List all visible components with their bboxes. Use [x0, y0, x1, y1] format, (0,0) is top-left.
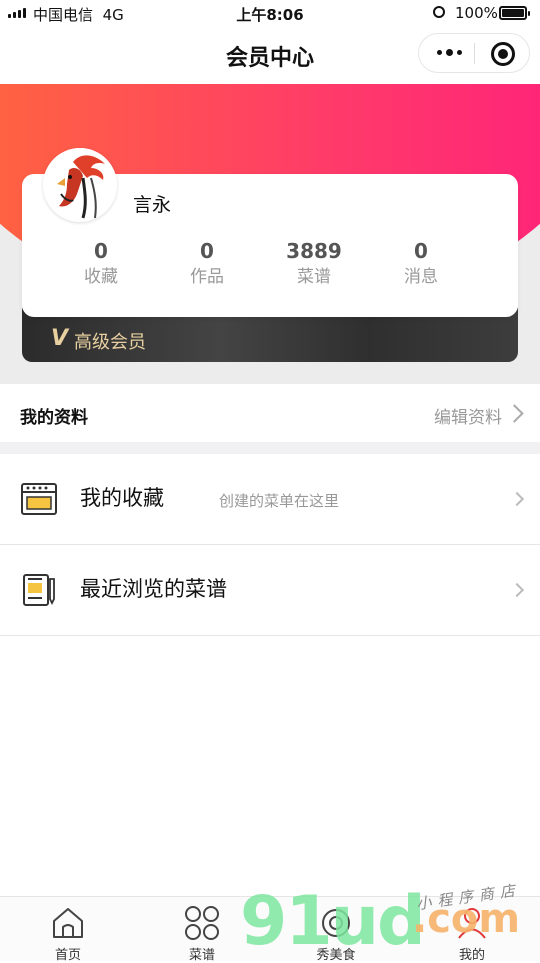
stat-recipes[interactable]: 3889 菜谱	[264, 238, 364, 290]
stat-favorites[interactable]: 0 收藏	[51, 238, 151, 290]
rotation-lock-icon	[433, 6, 445, 18]
rooster-avatar-icon	[43, 148, 117, 222]
list-item-subtitle: 创建的菜单在这里	[219, 492, 340, 510]
avatar[interactable]	[43, 148, 117, 222]
list-item-favorites[interactable]: 我的收藏 创建的菜单在这里	[0, 454, 540, 545]
tab-mine[interactable]: 我的	[432, 897, 512, 963]
stat-value: 0	[94, 239, 108, 263]
tab-bar: 首页 菜谱 秀美食 我的	[0, 896, 540, 963]
vip-icon: V	[51, 326, 69, 351]
stat-value: 3889	[286, 239, 342, 263]
chevron-right-icon	[509, 491, 525, 507]
nav-bar: 会员中心	[0, 28, 540, 82]
home-icon	[53, 908, 83, 938]
stat-works[interactable]: 0 作品	[157, 238, 257, 290]
stat-value: 0	[200, 239, 214, 263]
tab-label: 我的	[458, 948, 485, 963]
battery-percent: 100%	[455, 4, 498, 22]
tab-recipes[interactable]: 菜谱	[162, 897, 242, 963]
stat-messages[interactable]: 0 消息	[371, 238, 471, 290]
stat-label: 作品	[190, 267, 224, 287]
recipe-book-icon	[23, 574, 55, 606]
person-icon	[458, 908, 486, 939]
username: 言永	[133, 194, 172, 216]
stat-label: 消息	[404, 267, 438, 287]
stat-label: 菜谱	[297, 267, 331, 287]
tab-label: 菜谱	[188, 948, 215, 963]
list-item-label: 我的收藏	[80, 486, 164, 510]
mini-program-capsule	[418, 33, 530, 73]
list-item-label: 最近浏览的菜谱	[80, 577, 227, 601]
tab-label: 首页	[54, 948, 81, 963]
section-divider	[0, 442, 540, 454]
tab-show-food[interactable]: 秀美食	[296, 897, 376, 963]
more-icon[interactable]	[437, 49, 462, 56]
close-mini-program-icon[interactable]	[491, 42, 515, 66]
oven-icon	[21, 483, 57, 515]
my-profile-title: 我的资料	[20, 408, 88, 428]
tab-label: 秀美食	[316, 948, 356, 963]
capsule-divider	[474, 43, 475, 64]
stat-label: 收藏	[84, 267, 118, 287]
list-item-recent-recipes[interactable]: 最近浏览的菜谱	[0, 545, 540, 636]
my-profile-row[interactable]: 我的资料 编辑资料	[0, 384, 540, 442]
stat-value: 0	[414, 239, 428, 263]
chevron-right-icon	[509, 582, 525, 598]
camera-icon	[322, 909, 350, 937]
status-bar: 中国电信 4G 上午8:06 100%	[0, 0, 540, 28]
vip-label: 高级会员	[74, 332, 146, 353]
chevron-right-icon	[505, 404, 524, 423]
edit-profile-link[interactable]: 编辑资料	[434, 403, 502, 428]
grid-circles-icon	[185, 906, 219, 940]
battery-icon	[499, 6, 530, 20]
tab-home[interactable]: 首页	[28, 897, 108, 963]
